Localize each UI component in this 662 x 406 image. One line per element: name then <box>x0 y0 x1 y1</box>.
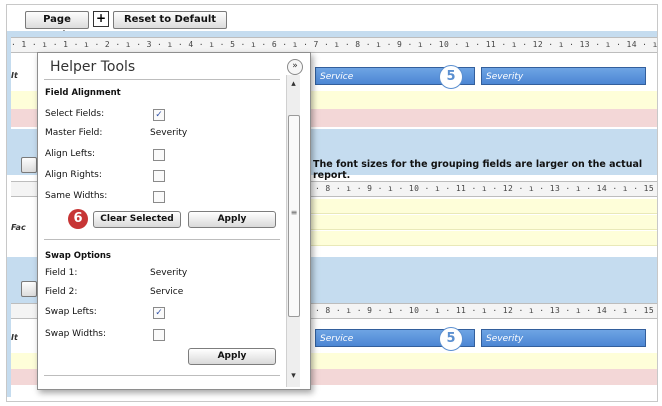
bottom-divider <box>44 375 280 376</box>
callout-marker-5: 5 <box>439 65 463 89</box>
callout-marker-6: 6 <box>68 209 88 229</box>
field2-value: Service <box>150 287 184 297</box>
field1-value: Severity <box>150 268 188 278</box>
scrollbar-thumb[interactable]: ≡ <box>288 115 300 317</box>
row-prefix-2: Fac <box>11 223 26 232</box>
align-lefts-checkbox[interactable] <box>153 149 165 161</box>
select-fields-label: Select Fields: <box>45 109 105 119</box>
collapse-icon[interactable]: » <box>287 59 303 75</box>
master-field-label: Master Field: <box>45 128 103 138</box>
select-fields-checkbox[interactable]: ✓ <box>153 109 165 121</box>
scroll-down-icon[interactable]: ▾ <box>288 371 299 381</box>
helper-tools-panel: Helper Tools » Field Alignment Select Fi… <box>37 52 311 390</box>
clear-selected-button[interactable]: Clear Selected <box>93 211 181 228</box>
same-widths-checkbox[interactable] <box>153 191 165 203</box>
group-toggle-button[interactable] <box>21 157 37 173</box>
report-note: The font sizes for the grouping fields a… <box>313 159 643 181</box>
severity-field[interactable]: Severity <box>481 67 646 85</box>
panel-title: Helper Tools <box>50 59 136 75</box>
section-divider <box>44 239 280 240</box>
same-widths-label: Same Widths: <box>45 191 108 201</box>
reset-to-default-button[interactable]: Reset to Default <box>113 11 227 29</box>
data-row-yellow-2c <box>307 231 657 246</box>
swap-lefts-label: Swap Lefts: <box>45 307 97 317</box>
field1-label: Field 1: <box>45 268 78 278</box>
page-header-button[interactable]: Page Header <box>25 11 89 41</box>
apply-alignment-button[interactable]: Apply <box>188 211 276 228</box>
expand-plus-button[interactable]: + <box>93 11 109 27</box>
row-prefix-3: It <box>11 333 18 342</box>
field-alignment-heading: Field Alignment <box>45 88 121 98</box>
group-toggle-button-2[interactable] <box>21 281 37 297</box>
master-field-value: Severity <box>150 128 188 138</box>
swap-options-heading: Swap Options <box>45 251 111 261</box>
title-divider <box>44 79 280 80</box>
swap-widths-label: Swap Widths: <box>45 329 107 339</box>
ruler-top: · 1 · ı · 1 · ı · 2 · ı · 3 · ı · 4 · ı … <box>11 37 657 53</box>
swap-lefts-checkbox[interactable]: ✓ <box>153 307 165 319</box>
callout-marker-5-second: 5 <box>439 327 463 351</box>
apply-swap-button[interactable]: Apply <box>188 348 276 365</box>
data-row-yellow-2a <box>307 199 657 214</box>
data-row-yellow-2b <box>307 215 657 230</box>
align-rights-label: Align Rights: <box>45 170 102 180</box>
severity-field-2[interactable]: Severity <box>481 329 646 347</box>
panel-scrollbar[interactable]: ▴ ≡ ▾ <box>286 75 300 387</box>
swap-widths-checkbox[interactable] <box>153 329 165 341</box>
row-prefix-1: It <box>11 71 18 80</box>
grip-icon: ≡ <box>290 208 298 217</box>
align-lefts-label: Align Lefts: <box>45 149 96 159</box>
scroll-up-icon[interactable]: ▴ <box>288 79 299 89</box>
field2-label: Field 2: <box>45 287 78 297</box>
align-rights-checkbox[interactable] <box>153 170 165 182</box>
